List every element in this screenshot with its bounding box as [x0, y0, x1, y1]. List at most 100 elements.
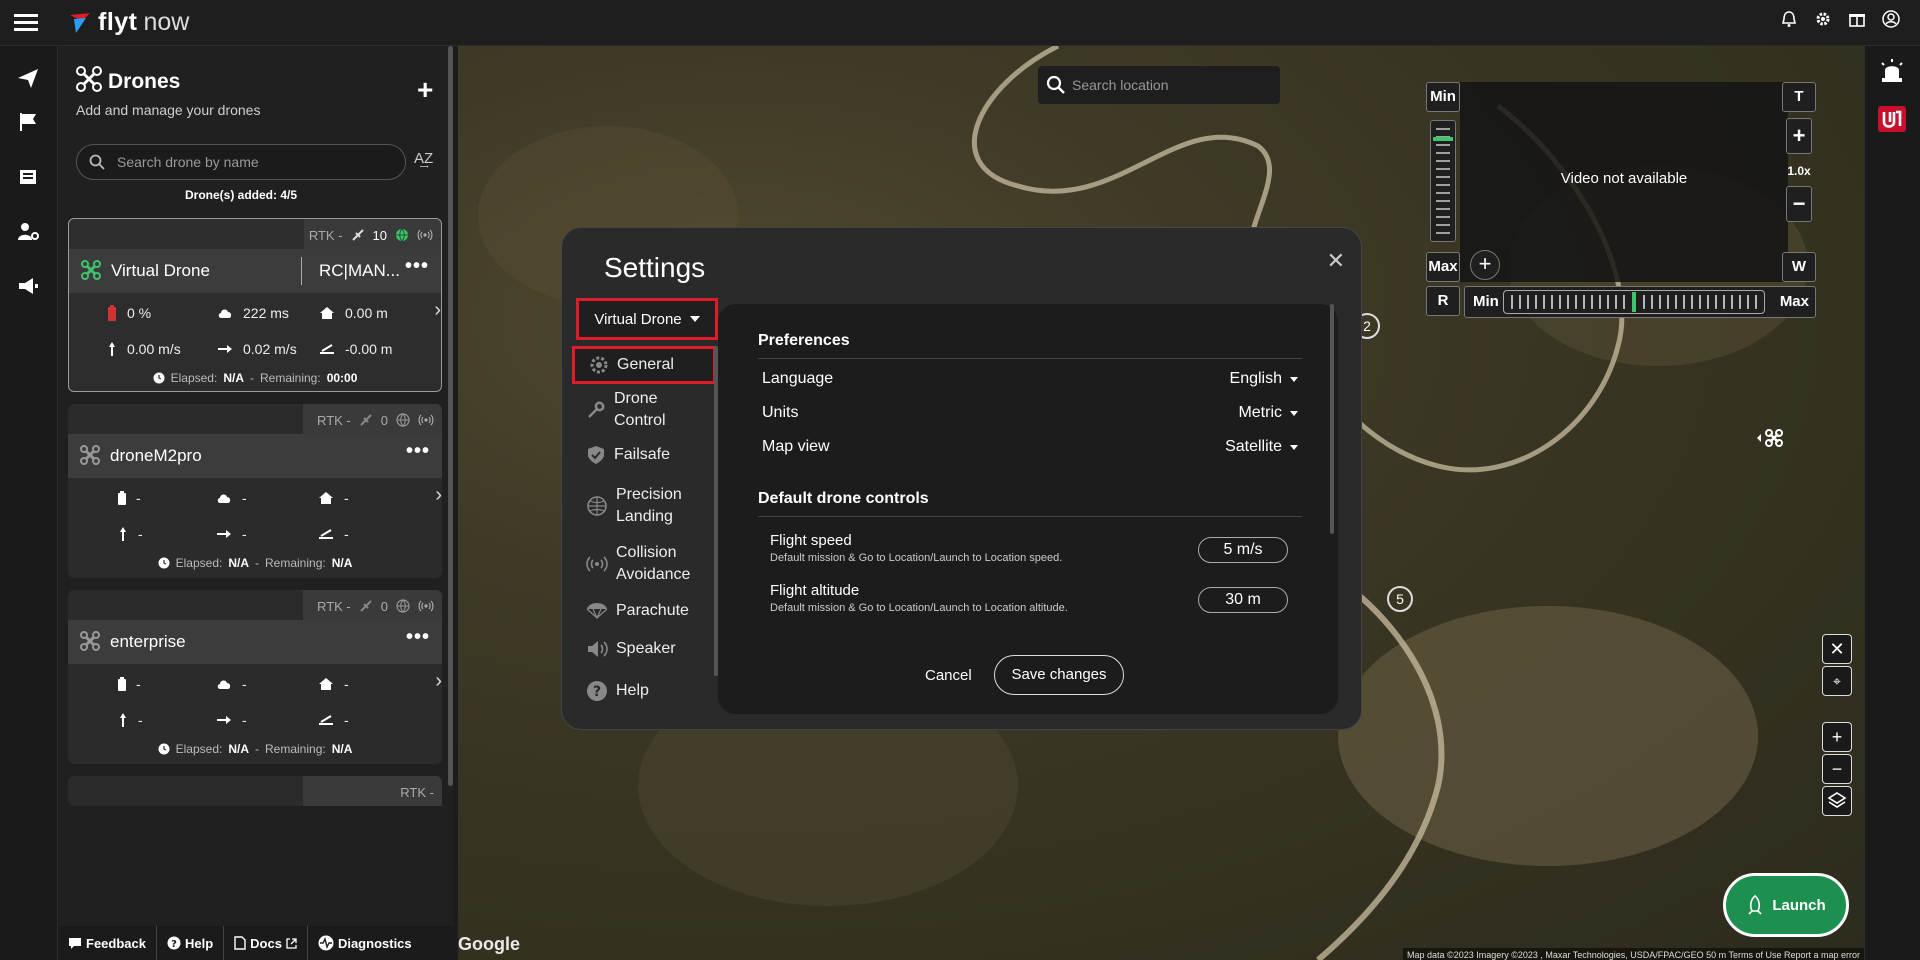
gimbal-reset-button[interactable]: R [1426, 286, 1460, 316]
sort-az-button[interactable]: A͢Z [414, 150, 433, 167]
pan-knob[interactable] [1632, 292, 1636, 312]
nav-general[interactable]: General [572, 346, 716, 384]
nav-precision-landing[interactable]: Precision Landing [586, 484, 706, 527]
user-settings-icon[interactable] [16, 220, 42, 246]
close-icon[interactable]: ✕ [1327, 248, 1345, 274]
drone-select-dropdown[interactable]: Virtual Drone [576, 298, 718, 340]
diagnostics-link[interactable]: Diagnostics [308, 926, 422, 960]
user-icon[interactable] [1882, 10, 1900, 28]
home-distance-value: - [344, 676, 349, 692]
nav-label: Failsafe [614, 446, 671, 463]
location-search-input[interactable] [1072, 74, 1272, 96]
feedback-link[interactable]: Feedback [58, 926, 157, 960]
latency-stat: 222 ms [217, 305, 289, 321]
more-options-button[interactable]: ••• [406, 440, 430, 463]
signal-icon [418, 413, 434, 427]
drone-search-input[interactable] [117, 151, 387, 173]
map-view-dropdown[interactable]: Satellite [1225, 438, 1298, 456]
zoom-in-button[interactable]: + [1786, 118, 1812, 154]
rtk-status: RTK - [308, 227, 343, 243]
language-dropdown[interactable]: English [1230, 370, 1298, 388]
add-button[interactable]: + [1470, 250, 1500, 280]
nav-label: Precision Landing [616, 486, 682, 525]
utm-icon[interactable] [1878, 106, 1906, 132]
horizontal-speed-icon [216, 715, 232, 725]
map-zoom-in-button[interactable]: + [1822, 722, 1852, 752]
drone-card-partial[interactable]: RTK - [68, 776, 442, 806]
elapsed-label: Elapsed: [175, 556, 223, 570]
chevron-right-icon[interactable]: › [435, 484, 442, 507]
home-distance-stat: 0.00 m [319, 305, 388, 321]
divider [758, 516, 1302, 517]
launch-button[interactable]: Launch [1723, 873, 1849, 937]
search-icon [89, 154, 105, 170]
flight-time: Elapsed: N/A - Remaining: N/A [68, 556, 442, 570]
cancel-button[interactable]: Cancel [925, 667, 972, 684]
panel-scrollbar[interactable] [448, 46, 453, 786]
add-drone-button[interactable]: + [417, 76, 433, 104]
nav-parachute[interactable]: Parachute [586, 600, 706, 622]
content-scrollbar[interactable] [1330, 304, 1334, 534]
home-distance-value: 0.00 m [345, 305, 388, 321]
speaker-icon [586, 639, 608, 659]
latency-value: 222 ms [243, 305, 289, 321]
drone-card-dronem2pro[interactable]: RTK - 0 droneM2pro ••• - - - - - - Elaps… [68, 404, 442, 578]
map-attribution[interactable]: Map data ©2023 Imagery ©2023 , Maxar Tec… [1403, 948, 1864, 960]
app-logo[interactable]: flyt now [68, 8, 189, 37]
docs-link[interactable]: Docs [224, 926, 308, 960]
google-logo: Google [458, 934, 520, 954]
close-icon[interactable]: ✕ [1822, 634, 1852, 664]
video-panel: Video not available Min Max T + 1.0x − W… [1426, 82, 1816, 362]
units-dropdown[interactable]: Metric [1238, 404, 1298, 422]
drones-panel: Drones Add and manage your drones + A͢Z … [58, 46, 453, 960]
pan-slider[interactable] [1503, 290, 1765, 314]
settings-modal: Settings ✕ Virtual Drone General Drone C… [561, 227, 1362, 730]
locate-icon[interactable]: ⌖ [1822, 666, 1852, 696]
waypoint-marker[interactable]: 5 [1387, 586, 1413, 612]
zoom-wide-button[interactable]: W [1782, 252, 1816, 282]
save-changes-button[interactable]: Save changes [994, 655, 1124, 695]
bell-icon[interactable] [1780, 10, 1798, 28]
flight-speed-input[interactable]: 5 m/s [1198, 537, 1288, 563]
flight-altitude-input[interactable]: 30 m [1198, 587, 1288, 613]
drones-added-count: Drone(s) added: 4/5 [184, 188, 298, 202]
elapsed-label: Elapsed: [170, 371, 218, 385]
more-options-button[interactable]: ••• [406, 626, 430, 649]
drone-card-virtual-drone[interactable]: RTK - 10 Virtual Drone RC|MAN... ••• 0 %… [68, 218, 442, 392]
nav-collision-avoidance[interactable]: Collision Avoidance [586, 542, 706, 585]
modal-title: Settings [604, 252, 706, 283]
alert-siren-icon[interactable] [1879, 58, 1905, 89]
gift-icon[interactable] [1848, 10, 1866, 28]
chevron-right-icon[interactable]: › [434, 299, 441, 322]
plane-icon[interactable] [16, 66, 42, 92]
menu-icon[interactable] [14, 12, 38, 37]
drone-card-enterprise[interactable]: RTK - 0 enterprise ••• - - - - - - Elaps… [68, 590, 442, 764]
zoom-out-button[interactable]: − [1786, 186, 1812, 222]
help-icon: ? [167, 936, 181, 950]
logbook-icon[interactable] [16, 164, 42, 190]
megaphone-icon[interactable] [16, 274, 42, 300]
flight-time: Elapsed: N/A - Remaining: 00:00 [69, 371, 441, 385]
home-distance-stat: - [318, 490, 349, 506]
cloud-icon [216, 677, 232, 691]
nav-help[interactable]: ? Help [586, 680, 706, 702]
language-value: English [1229, 370, 1282, 387]
flag-icon[interactable] [16, 110, 42, 136]
nav-speaker[interactable]: Speaker [586, 638, 706, 660]
drone-marker-icon[interactable] [1755, 428, 1785, 448]
chevron-right-icon[interactable]: › [435, 670, 442, 693]
map-zoom-out-button[interactable]: − [1822, 754, 1852, 784]
separator: - [255, 742, 259, 756]
more-options-button[interactable]: ••• [405, 255, 429, 278]
gimbal-pitch-slider[interactable] [1430, 120, 1456, 242]
layers-icon[interactable] [1822, 786, 1852, 816]
nav-drone-control[interactable]: Drone Control [586, 388, 706, 431]
satellite-count: 0 [380, 412, 388, 428]
nav-failsafe[interactable]: Failsafe [586, 444, 706, 466]
gear-icon[interactable] [1814, 10, 1832, 28]
help-link[interactable]: ? Help [157, 926, 225, 960]
elapsed-label: Elapsed: [175, 742, 223, 756]
gimbal-knob[interactable] [1433, 137, 1453, 141]
vertical-speed-icon [118, 712, 128, 728]
zoom-tele-button[interactable]: T [1782, 82, 1816, 112]
